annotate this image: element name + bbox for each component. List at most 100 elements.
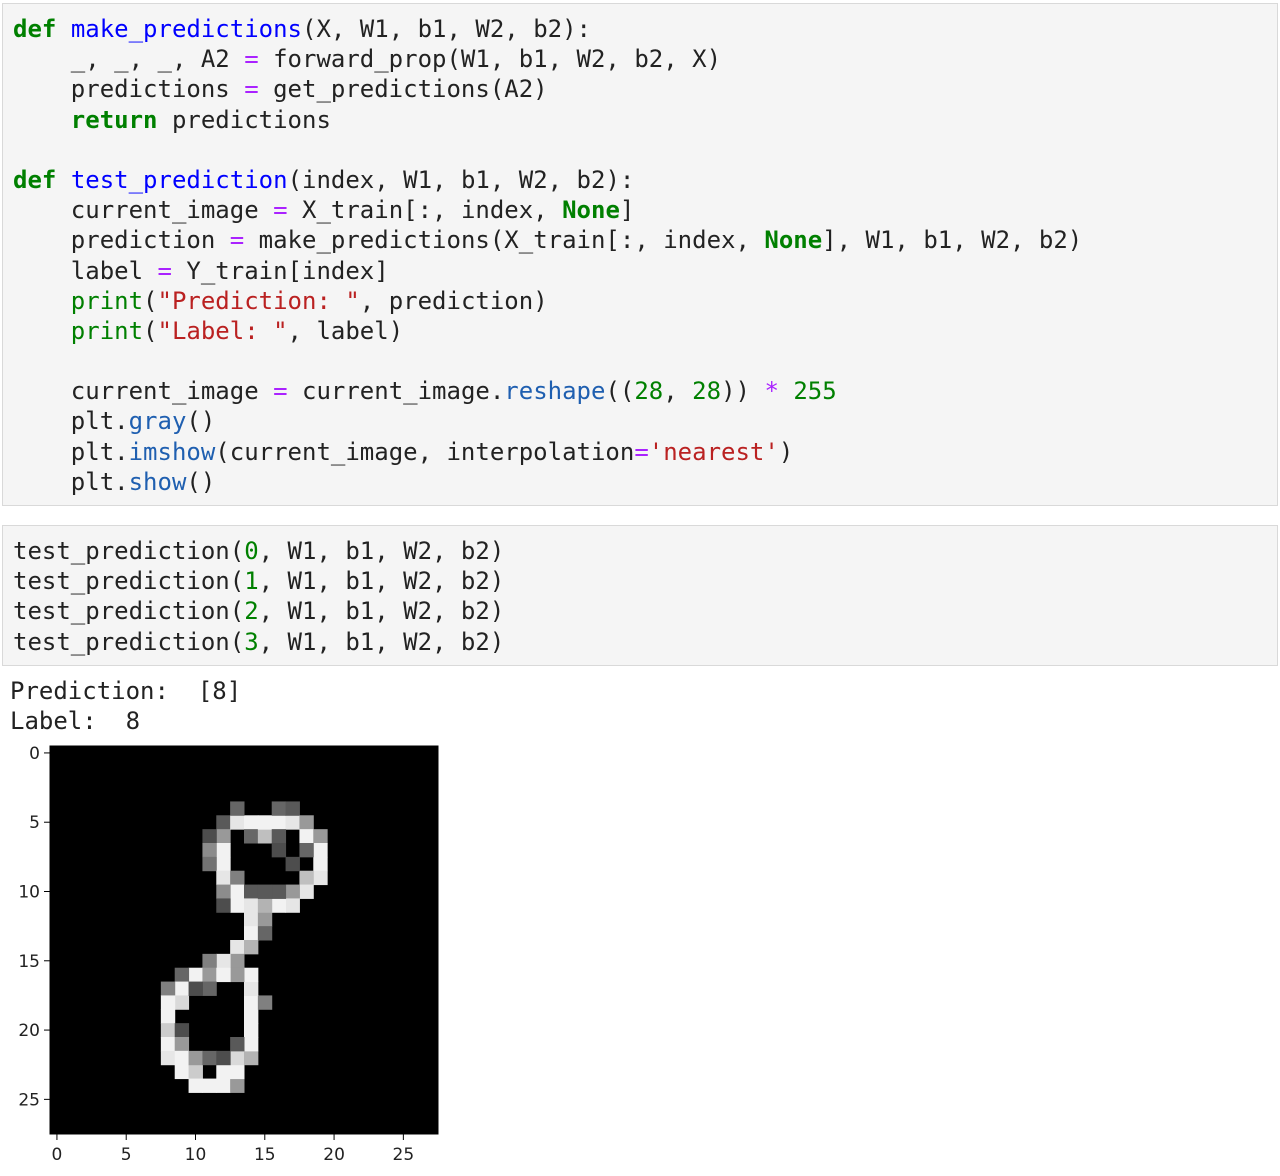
image-pixel xyxy=(230,967,245,983)
code-token: )) xyxy=(721,377,765,406)
x-tick-label: 10 xyxy=(185,1145,207,1165)
image-pixel xyxy=(313,843,328,858)
image-pixel xyxy=(230,1078,245,1093)
image-pixel xyxy=(216,1078,231,1093)
code-token: ], W1, b1, W2, b2) xyxy=(822,226,1083,255)
code-token: 0 xyxy=(244,537,259,565)
image-pixel xyxy=(271,829,287,844)
image-pixel xyxy=(299,815,314,830)
code-token: 1 xyxy=(244,567,259,596)
code-token: predictions xyxy=(13,75,245,104)
code-token: None xyxy=(764,226,823,255)
image-pixel xyxy=(216,843,231,858)
code-cell-function-definitions[interactable]: def make_predictions(X, W1, b1, W2, b2):… xyxy=(2,3,1278,506)
y-tick-label: 15 xyxy=(18,952,40,972)
code-line: _, _, _, A2 = forward_prop(W1, b1, W2, b… xyxy=(13,44,1277,74)
image-pixel xyxy=(271,801,287,816)
digit-image-plot: 0 5 10 15 20 25 0 5 10 15 20 25 xyxy=(18,744,439,1165)
code-token: = xyxy=(273,377,288,406)
image-pixel xyxy=(160,1050,176,1066)
image-pixel xyxy=(285,884,300,899)
code-token: 2 xyxy=(244,597,259,626)
code-token: label xyxy=(13,256,158,285)
code-cell-test-calls[interactable]: test_prediction(0, W1, b1, W2, b2) test_p… xyxy=(2,525,1278,666)
code-token: (( xyxy=(605,377,635,406)
image-pixel xyxy=(244,1050,259,1066)
image-pixel xyxy=(244,898,259,913)
code-line: def test_prediction(index, W1, b1, W2, b… xyxy=(13,165,1277,195)
image-pixel xyxy=(299,829,314,844)
code-token: make_predictions(X_train[:, index, xyxy=(244,226,765,255)
image-pixel xyxy=(271,884,287,899)
image-pixel xyxy=(202,843,217,858)
code-token: None xyxy=(562,196,620,225)
code-token: , label) xyxy=(287,316,404,345)
code-token: print xyxy=(70,286,144,315)
code-token: plt. xyxy=(13,407,129,436)
code-token: () xyxy=(186,407,216,436)
y-tick-label: 25 xyxy=(18,1090,40,1110)
image-pixel xyxy=(216,870,231,886)
code-token: () xyxy=(186,467,216,496)
code-token: test_prediction xyxy=(70,165,288,194)
code-token: print xyxy=(70,316,144,345)
code-line: label = Y_train[index] xyxy=(13,256,1277,286)
image-pixel xyxy=(160,981,176,996)
image-pixel xyxy=(174,1023,190,1038)
code-token: test_prediction( xyxy=(13,597,245,626)
image-pixel xyxy=(230,898,245,913)
image-pixel xyxy=(216,1050,231,1066)
image-pixel xyxy=(174,1037,190,1052)
image-pixel xyxy=(216,815,231,830)
code-line: plt.gray() xyxy=(13,406,1277,436)
code-token: test_prediction( xyxy=(13,627,245,656)
image-pixel xyxy=(160,995,176,1010)
y-tick-label: 10 xyxy=(18,883,40,903)
image-pixel xyxy=(160,1037,176,1052)
code-token: = xyxy=(157,256,172,285)
code-token: 28 xyxy=(634,377,664,406)
image-pixel xyxy=(230,815,245,830)
image-pixel xyxy=(271,815,287,830)
code-line: current_image = current_image.reshape((2… xyxy=(13,376,1277,406)
code-token: , W1, b1, W2, b2) xyxy=(258,537,505,565)
image-pixel xyxy=(174,1064,190,1080)
image-pixel xyxy=(174,1050,190,1066)
code-token: forward_prop(W1, b1, W2, b2, X) xyxy=(258,45,722,74)
code-token: current_image xyxy=(13,377,274,406)
image-pixel xyxy=(244,829,259,844)
code-editor-2[interactable]: test_prediction(0, W1, b1, W2, b2) test_p… xyxy=(3,526,1277,657)
image-pixel xyxy=(244,884,259,899)
code-token: = xyxy=(244,75,259,104)
image-pixel xyxy=(271,898,287,913)
image-pixel xyxy=(299,870,314,886)
code-token: = xyxy=(229,226,245,255)
code-line: plt.imshow(current_image, interpolation=… xyxy=(13,437,1277,467)
x-tick-label: 20 xyxy=(323,1145,345,1165)
code-editor-1[interactable]: def make_predictions(X, W1, b1, W2, b2):… xyxy=(3,4,1277,497)
code-token: , W1, b1, W2, b2) xyxy=(258,597,505,626)
code-line: test_prediction(2, W1, b1, W2, b2) xyxy=(13,596,1277,626)
code-token: = xyxy=(634,437,649,466)
code-token: ( xyxy=(143,286,158,315)
image-pixel xyxy=(174,981,190,996)
image-pixel xyxy=(244,967,259,983)
code-token: 28 xyxy=(692,377,722,406)
image-pixel xyxy=(257,815,273,830)
image-pixel xyxy=(202,953,217,969)
code-line: test_prediction(0, W1, b1, W2, b2) xyxy=(13,536,1277,566)
image-pixel xyxy=(299,884,314,899)
code-token: predictions xyxy=(157,105,331,134)
image-pixel xyxy=(202,981,217,996)
image-pixel xyxy=(244,1023,259,1038)
image-pixel xyxy=(299,843,314,858)
code-token: (index, W1, b1, W2, b2): xyxy=(287,165,635,194)
image-pixel xyxy=(230,801,245,816)
code-token: = xyxy=(273,196,288,225)
image-pixel xyxy=(257,898,273,913)
code-token: test_prediction( xyxy=(13,537,245,565)
image-pixel xyxy=(244,815,259,830)
